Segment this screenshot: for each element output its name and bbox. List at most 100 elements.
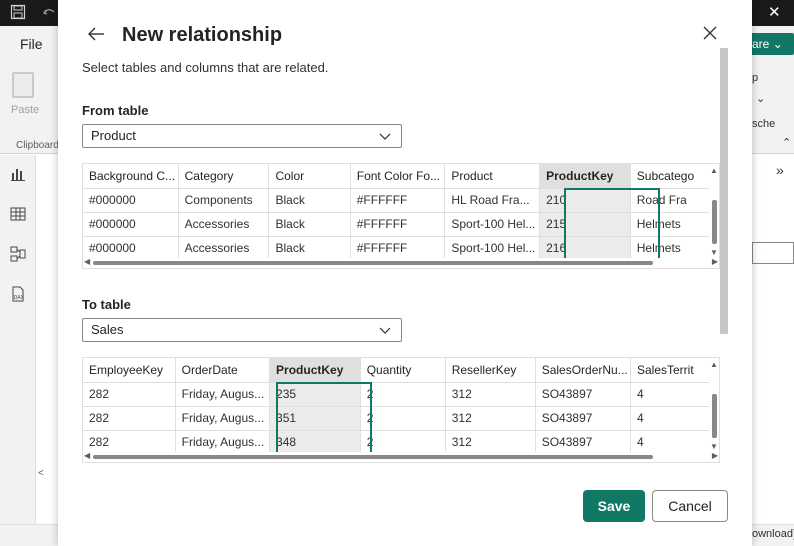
to-table-preview-grid[interactable]: EmployeeKey OrderDate ProductKey Quantity Re… [82, 357, 720, 463]
table-row: #000000 Accessories Black #FFFFFF Sport-100 … [83, 212, 719, 237]
dialog-scrollbar[interactable] [720, 48, 728, 334]
ribbon-collapse-icon[interactable]: ⌃ [782, 136, 791, 149]
from-table-preview-grid[interactable]: Background C... Category Color Font Color F… [82, 163, 720, 269]
table-cell[interactable]: 282 [83, 430, 176, 455]
table-cell[interactable]: Accessories [178, 212, 270, 237]
table-cell[interactable]: Black [268, 212, 351, 237]
table-cell[interactable]: 312 [445, 430, 536, 455]
table-cell[interactable]: 4 [630, 430, 719, 455]
table-cell[interactable]: 4 [630, 382, 719, 407]
table-cell[interactable]: Sport-100 Hel... [444, 212, 541, 237]
column-header[interactable]: Category [178, 164, 270, 189]
column-header[interactable]: Quantity [360, 358, 446, 383]
table-cell[interactable]: 216 [539, 236, 631, 261]
table-cell[interactable]: Black [268, 188, 351, 213]
horizontal-scrollbar[interactable]: ◀ ▶ [83, 257, 719, 268]
column-header[interactable]: Font Color Fo... [350, 164, 446, 189]
horizontal-scrollbar[interactable]: ◀ ▶ [83, 451, 719, 462]
scroll-down-icon[interactable]: ▼ [710, 248, 718, 257]
table-cell[interactable]: 2 [360, 382, 446, 407]
dax-query-icon[interactable]: DAX [9, 285, 27, 303]
table-cell[interactable]: #000000 [83, 212, 179, 237]
table-cell[interactable]: 215 [539, 212, 631, 237]
table-cell[interactable]: 2 [360, 430, 446, 455]
column-header[interactable]: Product [444, 164, 541, 189]
table-cell[interactable]: 348 [269, 430, 361, 455]
chevron-down-icon [379, 125, 391, 147]
table-cell[interactable]: Friday, Augus... [175, 382, 271, 407]
table-cell[interactable]: 312 [445, 382, 536, 407]
column-header[interactable]: EmployeeKey [83, 358, 176, 383]
report-view-icon[interactable] [9, 165, 27, 183]
table-cell[interactable]: Sport-100 Hel... [444, 236, 541, 261]
ribbon-chevron-icon[interactable]: ⌄ [756, 92, 765, 105]
pane-input[interactable] [752, 242, 794, 264]
column-header[interactable]: Background C... [83, 164, 179, 189]
scroll-left-icon[interactable]: ◀ [84, 257, 90, 266]
table-cell[interactable]: 282 [83, 382, 176, 407]
table-cell[interactable]: Helmets [630, 236, 719, 261]
scroll-down-icon[interactable]: ▼ [710, 442, 718, 451]
scroll-right-icon[interactable]: ▶ [712, 257, 718, 266]
to-table-dropdown[interactable]: Sales [82, 318, 402, 342]
table-cell[interactable]: 235 [269, 382, 361, 407]
column-header[interactable]: Subcatego [630, 164, 719, 189]
cancel-button[interactable]: Cancel [652, 490, 728, 522]
table-cell[interactable]: Accessories [178, 236, 270, 261]
scroll-up-icon[interactable]: ▲ [710, 360, 718, 369]
app-close-icon[interactable]: ✕ [768, 3, 781, 21]
vertical-scrollbar[interactable]: ▲ ▼ [709, 164, 719, 260]
column-header[interactable]: OrderDate [175, 358, 271, 383]
undo-icon[interactable] [42, 4, 58, 24]
from-table-dropdown[interactable]: Product [82, 124, 402, 148]
close-icon[interactable] [702, 24, 718, 46]
table-cell[interactable]: 351 [269, 406, 361, 431]
table-cell[interactable]: #000000 [83, 236, 179, 261]
table-cell[interactable]: #000000 [83, 188, 179, 213]
back-arrow-icon[interactable] [86, 24, 106, 49]
table-cell[interactable]: #FFFFFF [350, 188, 446, 213]
table-cell[interactable]: Components [178, 188, 270, 213]
column-header[interactable]: ProductKey [269, 358, 361, 383]
share-button[interactable]: are ⌄ [748, 33, 794, 55]
scroll-thumb[interactable] [93, 261, 653, 265]
table-view-icon[interactable] [9, 205, 27, 223]
column-header[interactable]: SalesTerrit [630, 358, 719, 383]
table-cell[interactable]: HL Road Fra... [444, 188, 541, 213]
table-cell[interactable]: 312 [445, 406, 536, 431]
table-cell[interactable]: Friday, Augus... [175, 430, 271, 455]
paste-icon[interactable] [12, 72, 34, 98]
table-cell[interactable]: 282 [83, 406, 176, 431]
column-header[interactable]: ProductKey [539, 164, 631, 189]
vertical-scrollbar[interactable]: ▲ ▼ [709, 358, 719, 454]
table-cell[interactable]: SO43897 [535, 382, 631, 407]
model-view-icon[interactable] [9, 245, 27, 263]
save-button[interactable]: Save [583, 490, 645, 522]
scroll-left-icon[interactable]: < [38, 468, 58, 486]
table-cell[interactable]: #FFFFFF [350, 236, 446, 261]
table-cell[interactable]: SO43897 [535, 406, 631, 431]
table-cell[interactable]: Helmets [630, 212, 719, 237]
header-row: Background C... Category Color Font Color F… [83, 164, 719, 189]
paste-label[interactable]: Paste [11, 104, 39, 116]
save-icon[interactable] [10, 4, 26, 24]
table-cell[interactable]: 4 [630, 406, 719, 431]
file-tab[interactable]: File [20, 36, 43, 52]
table-cell[interactable]: Friday, Augus... [175, 406, 271, 431]
column-header[interactable]: Color [268, 164, 351, 189]
scroll-thumb[interactable] [712, 200, 717, 244]
scroll-thumb[interactable] [93, 455, 653, 459]
column-header[interactable]: ResellerKey [445, 358, 536, 383]
column-header[interactable]: SalesOrderNu... [535, 358, 631, 383]
table-cell[interactable]: 2 [360, 406, 446, 431]
scroll-right-icon[interactable]: ▶ [712, 451, 718, 460]
expand-pane-icon[interactable]: » [776, 162, 784, 178]
table-cell[interactable]: SO43897 [535, 430, 631, 455]
table-cell[interactable]: 210 [539, 188, 631, 213]
table-cell[interactable]: Black [268, 236, 351, 261]
scroll-left-icon[interactable]: ◀ [84, 451, 90, 460]
table-cell[interactable]: #FFFFFF [350, 212, 446, 237]
scroll-thumb[interactable] [712, 394, 717, 438]
table-cell[interactable]: Road Fra [630, 188, 719, 213]
scroll-up-icon[interactable]: ▲ [710, 166, 718, 175]
